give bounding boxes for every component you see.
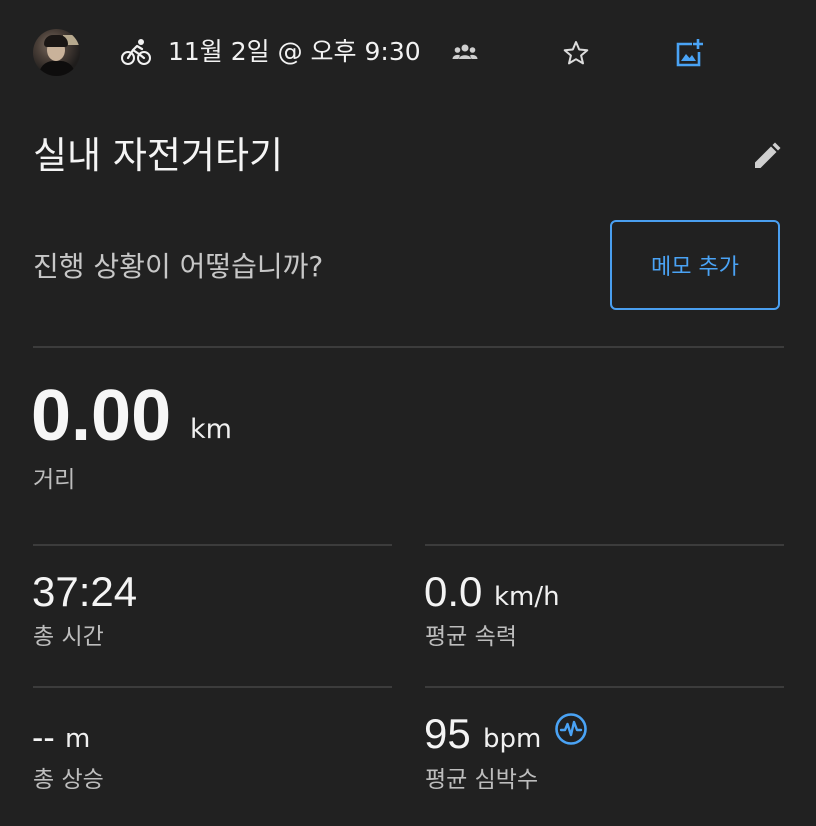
activity-header: 11월 2일 @ 오후 9:30 bbox=[0, 0, 816, 106]
group-icon[interactable] bbox=[452, 42, 478, 62]
avg-speed-unit: km/h bbox=[494, 582, 560, 612]
total-ascent-value: -- bbox=[32, 719, 55, 757]
distance-unit: km bbox=[190, 414, 232, 445]
divider bbox=[33, 686, 392, 688]
heart-rate-icon[interactable] bbox=[554, 712, 588, 746]
distance-label: 거리 bbox=[33, 467, 76, 493]
total-time-value: 37:24 bbox=[32, 568, 138, 615]
divider bbox=[425, 544, 784, 546]
divider bbox=[33, 346, 784, 348]
avg-speed-label: 평균 속력 bbox=[425, 624, 517, 650]
distance-value: 0.00 bbox=[31, 376, 172, 456]
total-time-label: 총 시간 bbox=[33, 624, 104, 650]
avg-speed-value: 0.0 bbox=[424, 568, 483, 615]
cycling-icon bbox=[121, 39, 151, 65]
total-ascent-label: 총 상승 bbox=[33, 767, 104, 793]
note-prompt: 진행 상황이 어떻습니까? bbox=[33, 250, 324, 283]
add-memo-button[interactable]: 메모 추가 bbox=[610, 220, 780, 310]
avg-hr-unit: bpm bbox=[483, 724, 542, 754]
activity-datetime: 11월 2일 @ 오후 9:30 bbox=[168, 37, 421, 66]
avg-hr-label: 평균 심박수 bbox=[425, 767, 539, 793]
avg-hr-value: 95 bbox=[424, 710, 471, 757]
divider bbox=[425, 686, 784, 688]
total-ascent-unit: m bbox=[65, 724, 91, 754]
activity-title: 실내 자전거타기 bbox=[33, 134, 284, 177]
pencil-icon[interactable] bbox=[752, 141, 782, 171]
avatar[interactable] bbox=[33, 29, 80, 76]
star-icon[interactable] bbox=[562, 39, 590, 67]
divider bbox=[33, 544, 392, 546]
add-photo-icon[interactable] bbox=[674, 38, 704, 68]
